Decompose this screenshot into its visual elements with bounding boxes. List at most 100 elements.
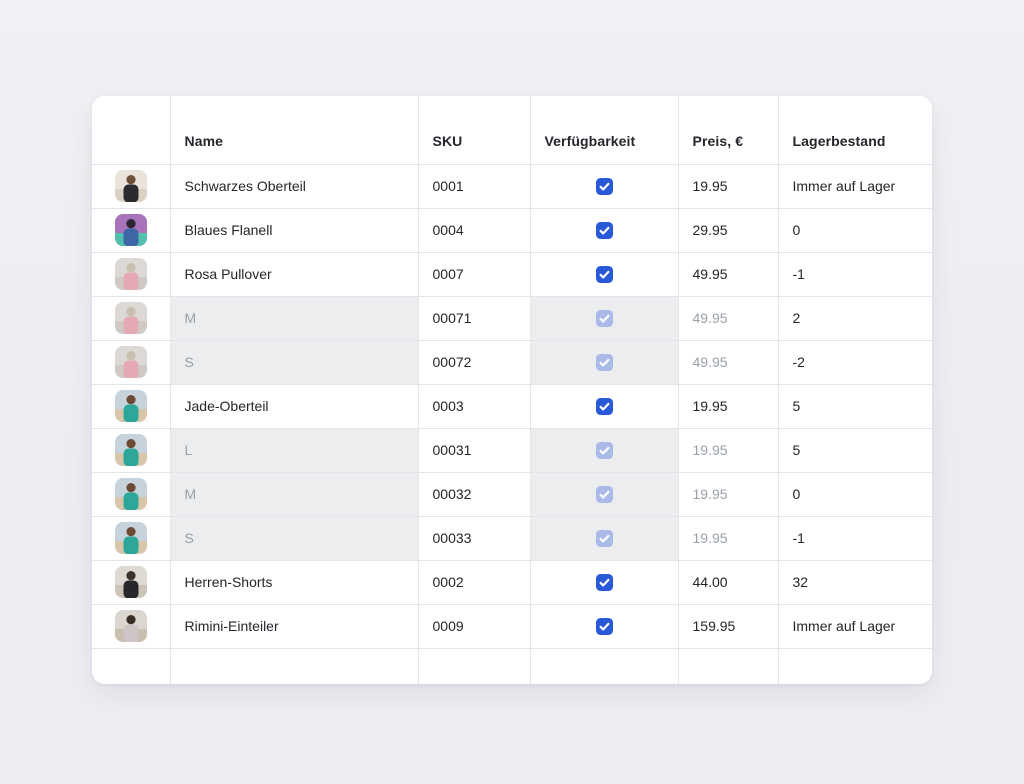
table-row[interactable]: Jade-Oberteil 0003 19.95 5 bbox=[92, 384, 932, 428]
product-price: 19.95 bbox=[693, 442, 728, 458]
product-sku: 0002 bbox=[433, 574, 464, 590]
thumbnail-cell bbox=[92, 252, 170, 296]
product-stock-cell: Immer auf Lager bbox=[778, 604, 932, 648]
availability-cell bbox=[530, 252, 678, 296]
table-row[interactable]: Schwarzes Oberteil 0001 19.95 Immer auf … bbox=[92, 164, 932, 208]
product-stock-cell: 0 bbox=[778, 208, 932, 252]
availability-checkbox[interactable] bbox=[596, 574, 613, 591]
product-sku: 00071 bbox=[433, 310, 472, 326]
availability-checkbox bbox=[596, 354, 613, 371]
product-price-cell: 44.00 bbox=[678, 560, 778, 604]
product-name-cell: Jade-Oberteil bbox=[170, 384, 418, 428]
product-photo-placeholder bbox=[115, 610, 147, 642]
product-photo-placeholder bbox=[115, 214, 147, 246]
thumbnail-cell bbox=[92, 428, 170, 472]
empty-cell bbox=[778, 648, 932, 684]
product-sku: 0004 bbox=[433, 222, 464, 238]
thumbnail-cell bbox=[92, 472, 170, 516]
product-thumbnail bbox=[115, 478, 147, 510]
product-photo-placeholder bbox=[115, 346, 147, 378]
product-stock-cell: -1 bbox=[778, 252, 932, 296]
product-thumbnail bbox=[115, 522, 147, 554]
thumbnail-cell bbox=[92, 340, 170, 384]
availability-cell bbox=[530, 340, 678, 384]
product-price: 19.95 bbox=[693, 530, 728, 546]
thumbnail-cell bbox=[92, 516, 170, 560]
product-price-cell: 49.95 bbox=[678, 296, 778, 340]
product-sku-cell: 0007 bbox=[418, 252, 530, 296]
availability-checkbox[interactable] bbox=[596, 266, 613, 283]
checkbox-checked-icon bbox=[596, 266, 613, 283]
product-sku: 00072 bbox=[433, 354, 472, 370]
product-price-cell: 19.95 bbox=[678, 164, 778, 208]
thumbnail-cell bbox=[92, 604, 170, 648]
empty-cell bbox=[92, 648, 170, 684]
product-stock-cell: Immer auf Lager bbox=[778, 164, 932, 208]
product-price: 29.95 bbox=[693, 222, 728, 238]
product-thumbnail bbox=[115, 170, 147, 202]
table-row[interactable]: Rosa Pullover 0007 49.95 -1 bbox=[92, 252, 932, 296]
product-price-cell: 19.95 bbox=[678, 428, 778, 472]
product-sku-cell: 0001 bbox=[418, 164, 530, 208]
product-name-cell: S bbox=[170, 340, 418, 384]
product-stock-cell: 5 bbox=[778, 428, 932, 472]
table-row[interactable]: L 00031 19.95 5 bbox=[92, 428, 932, 472]
empty-cell bbox=[418, 648, 530, 684]
thumbnail-cell bbox=[92, 208, 170, 252]
product-sku-cell: 00072 bbox=[418, 340, 530, 384]
table-row[interactable]: Rimini-Einteiler 0009 159.95 Immer auf L… bbox=[92, 604, 932, 648]
table-row[interactable]: M 00032 19.95 0 bbox=[92, 472, 932, 516]
product-stock: Immer auf Lager bbox=[793, 178, 896, 194]
product-photo-placeholder bbox=[115, 522, 147, 554]
thumbnail-cell bbox=[92, 384, 170, 428]
availability-checkbox bbox=[596, 310, 613, 327]
product-name: S bbox=[185, 354, 194, 370]
product-thumbnail bbox=[115, 390, 147, 422]
availability-checkbox[interactable] bbox=[596, 178, 613, 195]
product-sku: 0001 bbox=[433, 178, 464, 194]
table-row[interactable]: S 00033 19.95 -1 bbox=[92, 516, 932, 560]
column-header-sku: SKU bbox=[418, 96, 530, 164]
column-header-availability: Verfügbarkeit bbox=[530, 96, 678, 164]
products-table-card: Name SKU Verfügbarkeit Preis, € Lagerbes… bbox=[92, 96, 932, 684]
product-thumbnail bbox=[115, 346, 147, 378]
product-stock: -2 bbox=[793, 354, 805, 370]
thumbnail-cell bbox=[92, 164, 170, 208]
product-price-cell: 49.95 bbox=[678, 252, 778, 296]
product-photo-placeholder bbox=[115, 434, 147, 466]
availability-checkbox[interactable] bbox=[596, 398, 613, 415]
product-price: 49.95 bbox=[693, 354, 728, 370]
product-sku: 00031 bbox=[433, 442, 472, 458]
table-row[interactable]: Herren-Shorts 0002 44.00 32 bbox=[92, 560, 932, 604]
availability-checkbox[interactable] bbox=[596, 618, 613, 635]
availability-cell bbox=[530, 604, 678, 648]
product-stock-cell: -2 bbox=[778, 340, 932, 384]
table-row[interactable]: M 00071 49.95 2 bbox=[92, 296, 932, 340]
product-name-cell: Schwarzes Oberteil bbox=[170, 164, 418, 208]
product-stock: 0 bbox=[793, 222, 801, 238]
table-row[interactable]: Blaues Flanell 0004 29.95 0 bbox=[92, 208, 932, 252]
availability-cell bbox=[530, 560, 678, 604]
product-name: S bbox=[185, 530, 194, 546]
product-name-cell: L bbox=[170, 428, 418, 472]
empty-cell bbox=[530, 648, 678, 684]
product-name-cell: Rosa Pullover bbox=[170, 252, 418, 296]
column-header-stock: Lagerbestand bbox=[778, 96, 932, 164]
product-thumbnail bbox=[115, 566, 147, 598]
empty-row bbox=[92, 648, 932, 684]
checkbox-checked-icon bbox=[596, 486, 613, 503]
product-stock: -1 bbox=[793, 266, 805, 282]
table-row[interactable]: S 00072 49.95 -2 bbox=[92, 340, 932, 384]
availability-cell bbox=[530, 384, 678, 428]
products-table: Name SKU Verfügbarkeit Preis, € Lagerbes… bbox=[92, 96, 932, 684]
thumbnail-cell bbox=[92, 560, 170, 604]
page-background: Name SKU Verfügbarkeit Preis, € Lagerbes… bbox=[0, 0, 1024, 784]
availability-checkbox[interactable] bbox=[596, 222, 613, 239]
product-stock: Immer auf Lager bbox=[793, 618, 896, 634]
product-name: Rosa Pullover bbox=[185, 266, 272, 282]
availability-cell bbox=[530, 164, 678, 208]
availability-checkbox bbox=[596, 486, 613, 503]
product-price-cell: 29.95 bbox=[678, 208, 778, 252]
product-stock: -1 bbox=[793, 530, 805, 546]
product-sku-cell: 00031 bbox=[418, 428, 530, 472]
